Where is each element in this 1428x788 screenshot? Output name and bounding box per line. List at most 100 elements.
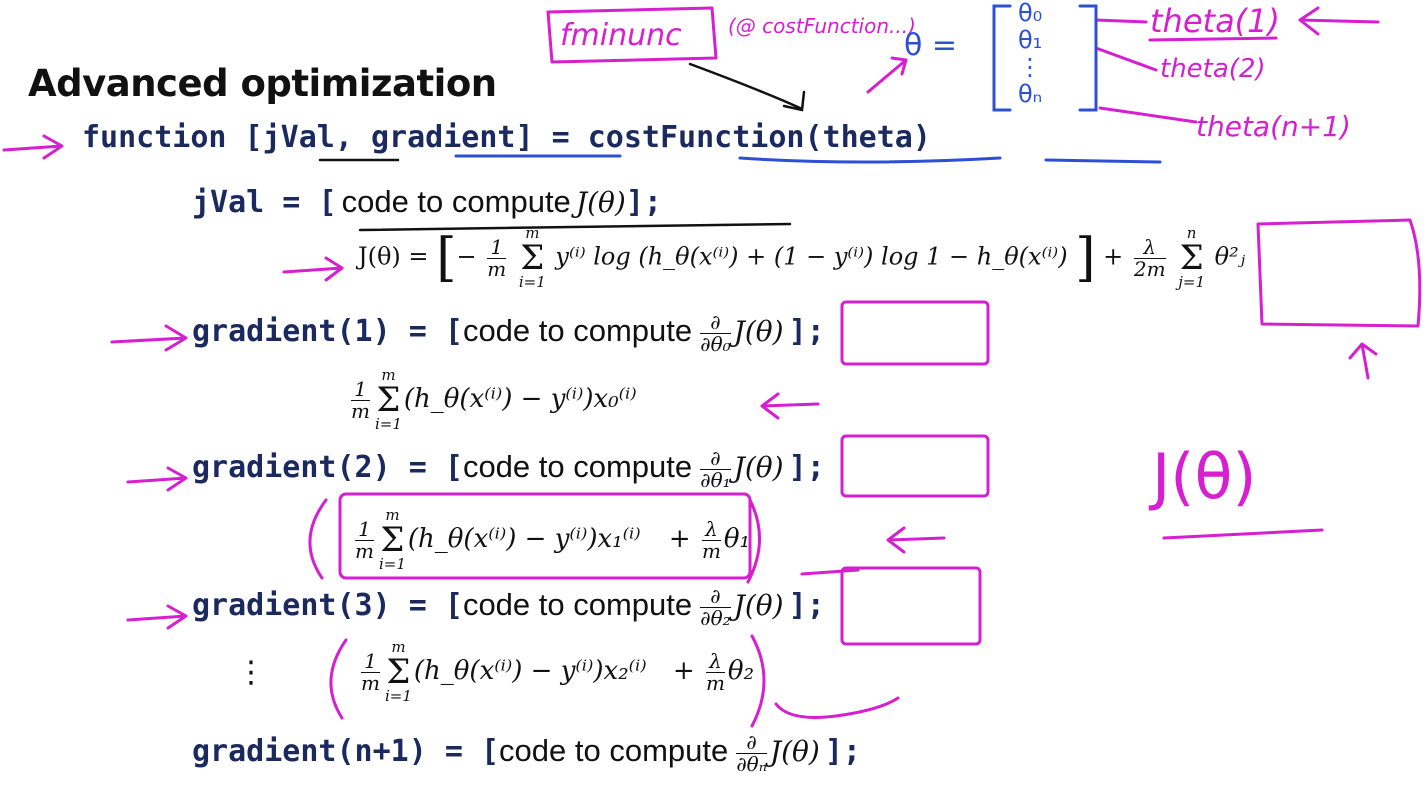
theta-arrow-icon (866, 56, 908, 94)
f3-reg: θ₂ (727, 656, 754, 686)
gradient-3-line: gradient(3) = [code to compute ∂ ∂θ₂ J(θ) … (192, 584, 825, 630)
gradient-n1-code: gradient(n+1) = (192, 734, 481, 769)
f1-den: m (351, 398, 370, 423)
fminunc-arg-note: (@ costFunction...) (728, 14, 916, 38)
f3-bottom: i=1 (384, 687, 412, 705)
jval-line: jVal = [ code to compute J(θ)]; (192, 184, 662, 220)
gradient-n1-text: code to compute (499, 733, 729, 768)
j-theta-underline (1162, 528, 1324, 540)
paren-left-2 (308, 498, 328, 580)
jval-code: jVal = (192, 185, 319, 220)
bracket-close: ]; (625, 185, 662, 220)
cost-minus: − (456, 242, 477, 271)
vector-bracket-right (1078, 4, 1098, 112)
reg-underline-3 (774, 696, 900, 719)
formula1-arrow-icon (760, 392, 820, 420)
cost-formula: J(θ) = [− 1m m Σi=1 y⁽ⁱ⁾ log (h_θ(x⁽ⁱ⁾) +… (358, 224, 1246, 291)
jval-math: J(θ) (575, 186, 626, 219)
f2-plus: + (668, 524, 691, 554)
reg-body: θ²ⱼ (1214, 242, 1246, 271)
reg-up-arrow-icon (1348, 342, 1378, 380)
theta-label-n1: theta(n+1) (1196, 110, 1351, 143)
arrow-cost-icon (282, 256, 344, 282)
deriv-box-1 (840, 300, 990, 366)
f2-reg: θ₁ (723, 524, 750, 554)
gradient-1-formula: 1 m m Σi=1 (h_θ(x⁽ⁱ⁾) − y⁽ⁱ⁾)x₀⁽ⁱ⁾ (351, 366, 637, 433)
paren-left-3 (329, 638, 348, 720)
f3-m: m (705, 670, 725, 695)
fminunc-note: fminunc (560, 18, 682, 53)
f2-num: 1 (358, 516, 371, 541)
f2-bottom: i=1 (378, 555, 406, 573)
gradient-3-close: ]; (788, 588, 825, 623)
gradient-1-line: gradient(1) = [code to compute ∂ ∂θ₀ J(θ) … (192, 310, 825, 356)
vertical-dots: ⋮ (236, 655, 266, 690)
slide-title: Advanced optimization (28, 62, 497, 105)
reg-den: 2m (1133, 256, 1166, 281)
gradient-n1-deriv: ∂ ∂θₙ J(θ) (733, 730, 820, 775)
fminunc-to-cost-arrow (688, 62, 806, 112)
gradient-2-formula: 1 m m Σi=1 (h_θ(x⁽ⁱ⁾) − y⁽ⁱ⁾)x₁⁽ⁱ⁾ + λ m θ₁ (355, 506, 750, 573)
deriv-J: J(θ) (733, 315, 784, 348)
gradient-2-line: gradient(2) = [code to compute ∂ ∂θ₁ J(θ) … (192, 446, 825, 492)
f3-plus: + (672, 656, 695, 686)
f3-num: 1 (364, 648, 377, 673)
deriv-den: ∂θ₁ (700, 468, 731, 492)
theta-0: θ₀ (1018, 0, 1043, 27)
deriv-num: ∂ (710, 446, 721, 470)
theta-arg-underline (1044, 158, 1162, 164)
connector-1 (1094, 18, 1148, 24)
gradient-1-text: code to compute (462, 313, 693, 348)
theta-label-2: theta(2) (1160, 54, 1266, 84)
deriv-box-2 (840, 434, 990, 498)
deriv-den: ∂θ₂ (700, 606, 731, 630)
reg-frac: λ 2m (1133, 234, 1166, 281)
deriv-num: ∂ (710, 310, 721, 334)
f1-body: (h_θ(x⁽ⁱ⁾) − y⁽ⁱ⁾)x₀⁽ⁱ⁾ (403, 384, 637, 414)
arrow-function-icon (2, 134, 64, 160)
frac-num: 1 (490, 234, 504, 259)
theta-equals: θ = (904, 28, 958, 63)
reg-underline-2 (800, 568, 860, 576)
frac-den: m (487, 256, 507, 281)
reg-sum-bottom: j=1 (1178, 273, 1205, 291)
f2-body: (h_θ(x⁽ⁱ⁾) − y⁽ⁱ⁾)x₁⁽ⁱ⁾ (407, 524, 641, 554)
cost-frac: 1m (487, 234, 507, 281)
cost-plus: + (1103, 242, 1124, 271)
connector-3 (1098, 106, 1198, 124)
f2-den: m (355, 538, 374, 563)
reg-left-arrow-icon (886, 526, 946, 554)
reg-sum: n Σj=1 (1178, 224, 1205, 291)
j-theta-note: J(θ) (1152, 440, 1257, 513)
theta-dots: ⋮ (1018, 53, 1042, 81)
costfunction-underline (738, 156, 1002, 164)
theta-label-1: theta(1) (1150, 2, 1280, 40)
jval-text: code to compute (341, 184, 571, 219)
vector-bracket-left (992, 4, 1012, 112)
theta-1: θ₁ (1018, 26, 1043, 54)
gradient-3-formula: 1 m m Σi=1 (h_θ(x⁽ⁱ⁾) − y⁽ⁱ⁾)x₂⁽ⁱ⁾ + λ m θ₂ (361, 638, 754, 705)
f3-den: m (361, 670, 380, 695)
cost-sum: m Σi=1 (518, 224, 546, 291)
connector-2 (1094, 46, 1158, 72)
deriv-box-3 (840, 566, 982, 646)
function-signature: function [jVal, gradient] = costFunction… (82, 120, 931, 155)
cost-body: y⁽ⁱ⁾ log (h_θ(x⁽ⁱ⁾) + (1 − y⁽ⁱ⁾) log 1 −… (555, 242, 1068, 271)
sum-bottom: i=1 (518, 273, 546, 291)
deriv-num: ∂ (746, 730, 757, 754)
reg-num: λ (1143, 234, 1157, 259)
gradient-1-close: ]; (788, 314, 825, 349)
f2-m: m (701, 538, 721, 563)
back-arrow-icon (1298, 6, 1380, 36)
gradient-2-text: code to compute (462, 449, 693, 484)
arrow-gradient2-icon (126, 466, 188, 492)
deriv-J: J(θ) (733, 589, 784, 622)
arrow-gradient1-icon (110, 324, 188, 352)
gradient-3-text: code to compute (462, 587, 693, 622)
gradient-2-close: ]; (788, 450, 825, 485)
deriv-den: ∂θ₀ (700, 332, 731, 356)
gradient-3-code: gradient(3) = (192, 588, 445, 623)
f3-body: (h_θ(x⁽ⁱ⁾) − y⁽ⁱ⁾)x₂⁽ⁱ⁾ (413, 656, 647, 686)
f1-bottom: i=1 (374, 415, 402, 433)
gradient-1-code: gradient(1) = (192, 314, 445, 349)
